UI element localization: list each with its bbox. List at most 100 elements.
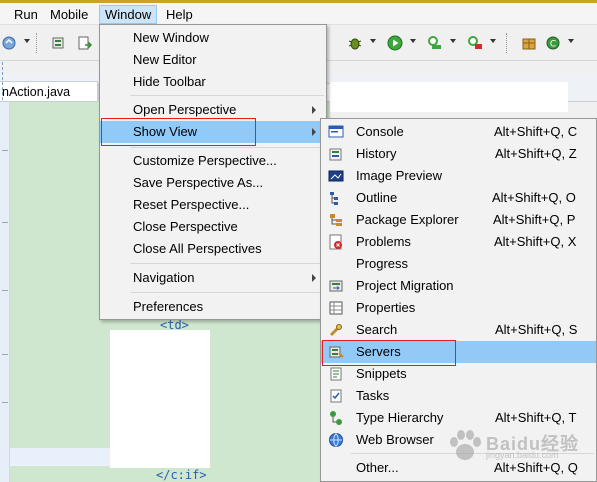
menu-item-hide-toolbar[interactable]: Hide Toolbar	[100, 71, 326, 93]
menu-item-label: Snippets	[356, 366, 407, 381]
menu-item-history[interactable]: History Alt+Shift+Q, Z	[321, 143, 596, 165]
chevron-down-icon[interactable]	[410, 39, 416, 43]
outline-icon	[328, 190, 344, 206]
history-icon	[328, 146, 344, 162]
toolbar-separator	[506, 33, 508, 53]
new-server-icon[interactable]	[50, 34, 68, 52]
toolbar-separator	[36, 33, 38, 53]
window-menu: New Window New Editor Hide Toolbar Open …	[99, 24, 327, 320]
code-line: </c:if>	[156, 468, 207, 482]
menu-item-label: Type Hierarchy	[356, 410, 444, 425]
menu-item-outline[interactable]: Outline Alt+Shift+Q, O	[321, 187, 596, 209]
paw-logo-icon	[450, 430, 481, 460]
menu-item-label: Tasks	[356, 388, 390, 403]
menu-item-label: Outline	[356, 190, 398, 205]
stop-server-icon[interactable]	[466, 34, 484, 52]
menu-help[interactable]: Help	[161, 5, 198, 24]
menu-item-type-hierarchy[interactable]: Type Hierarchy Alt+Shift+Q, T	[321, 407, 596, 429]
run-external-icon[interactable]	[426, 34, 444, 52]
menu-run[interactable]: Run	[9, 5, 43, 24]
menu-item-console[interactable]: Console Alt+Shift+Q, C	[321, 121, 596, 143]
menu-separator	[130, 147, 324, 148]
menu-item-image-preview[interactable]: Image Preview	[321, 165, 596, 187]
menu-item-label: Customize Perspective...	[133, 153, 277, 168]
code-line: <td>	[160, 318, 189, 332]
menu-item-search[interactable]: Search Alt+Shift+Q, S	[321, 319, 596, 341]
menu-item-navigation[interactable]: Navigation	[100, 267, 326, 289]
menu-mobile[interactable]: Mobile	[45, 5, 93, 24]
menu-item-label: Preferences	[133, 299, 204, 314]
image-preview-icon	[328, 168, 344, 184]
menu-item-shortcut: Alt+Shift+Q, C	[494, 124, 578, 139]
menu-item-label: Project Migration	[356, 278, 454, 293]
menu-item-save-perspective-as[interactable]: Save Perspective As...	[100, 172, 326, 194]
search-icon	[328, 322, 344, 338]
web-browser-icon	[328, 432, 344, 448]
new-class-icon[interactable]: C	[544, 34, 562, 52]
menu-separator	[130, 263, 324, 264]
menu-item-customize-perspective[interactable]: Customize Perspective...	[100, 150, 326, 172]
menu-item-problems[interactable]: Problems Alt+Shift+Q, X	[321, 231, 596, 253]
editor-tab[interactable]: nAction.java	[0, 81, 98, 101]
menu-item-label: New Window	[133, 30, 209, 45]
menu-item-progress[interactable]: Progress	[321, 253, 596, 275]
editor-gutter	[0, 102, 10, 482]
chevron-down-icon[interactable]	[490, 39, 496, 43]
menu-item-snippets[interactable]: Snippets	[321, 363, 596, 385]
menu-item-label: Progress	[356, 256, 409, 271]
menu-item-shortcut: Alt+Shift+Q, T	[495, 410, 577, 425]
deploy-icon[interactable]	[76, 34, 94, 52]
properties-icon	[328, 300, 344, 316]
refresh-icon[interactable]	[0, 34, 18, 52]
menu-item-label: Image Preview	[356, 168, 442, 183]
menu-item-close-perspective[interactable]: Close Perspective	[100, 216, 326, 238]
menu-item-tasks[interactable]: Tasks	[321, 385, 596, 407]
menu-item-close-all-perspectives[interactable]: Close All Perspectives	[100, 238, 326, 260]
submenu-arrow-icon	[312, 274, 316, 282]
snippets-icon	[328, 366, 344, 382]
menu-window[interactable]: Window	[99, 5, 158, 24]
menu-item-shortcut: Alt+Shift+Q, P	[493, 212, 576, 227]
menu-item-new-editor[interactable]: New Editor	[100, 49, 326, 71]
chevron-down-icon[interactable]	[450, 39, 456, 43]
run-icon[interactable]	[386, 34, 404, 52]
watermark-sub: jingyan.baidu.com	[486, 450, 559, 460]
menu-bar: Run Mobile Window Help	[0, 3, 597, 25]
menu-item-preferences[interactable]: Preferences	[100, 296, 326, 318]
menu-item-package-explorer[interactable]: Package Explorer Alt+Shift+Q, P	[321, 209, 596, 231]
menu-item-label: Console	[356, 124, 404, 139]
menu-separator	[130, 95, 324, 96]
menu-item-label: History	[356, 146, 397, 161]
editor-current-line	[10, 448, 110, 466]
annotation-box-show-view	[101, 118, 256, 146]
menu-item-label: Problems	[356, 234, 411, 249]
debug-icon[interactable]	[346, 34, 364, 52]
chevron-down-icon[interactable]	[370, 39, 376, 43]
menu-item-label: Close All Perspectives	[133, 241, 262, 256]
chevron-down-icon[interactable]	[568, 39, 574, 43]
menu-item-properties[interactable]: Properties	[321, 297, 596, 319]
console-icon	[328, 124, 344, 140]
menu-item-shortcut: Alt+Shift+Q, X	[494, 234, 577, 249]
menu-separator	[130, 292, 324, 293]
editor-tab-label: nAction.java	[2, 85, 71, 99]
menu-item-project-migration[interactable]: Project Migration	[321, 275, 596, 297]
menu-item-new-window[interactable]: New Window	[100, 27, 326, 49]
menu-item-label: Properties	[356, 300, 416, 315]
menu-item-label: Reset Perspective...	[133, 197, 250, 212]
editor-tab-gap	[330, 82, 568, 112]
editor-blank-region	[110, 330, 210, 468]
chevron-down-icon[interactable]	[24, 39, 30, 43]
menu-item-label: Search	[356, 322, 398, 337]
package-icon[interactable]	[520, 34, 538, 52]
submenu-arrow-icon	[312, 106, 316, 114]
tasks-icon	[328, 388, 344, 404]
menu-item-label: Navigation	[133, 270, 195, 285]
project-migration-icon	[328, 278, 344, 294]
menu-item-shortcut: Alt+Shift+Q, S	[495, 322, 578, 337]
menu-item-reset-perspective[interactable]: Reset Perspective...	[100, 194, 326, 216]
menu-item-label: Save Perspective As...	[133, 175, 264, 190]
menu-item-label: Close Perspective	[133, 219, 238, 234]
menu-item-shortcut: Alt+Shift+Q, O	[492, 190, 576, 205]
menu-item-shortcut: Alt+Shift+Q, Z	[495, 146, 577, 161]
